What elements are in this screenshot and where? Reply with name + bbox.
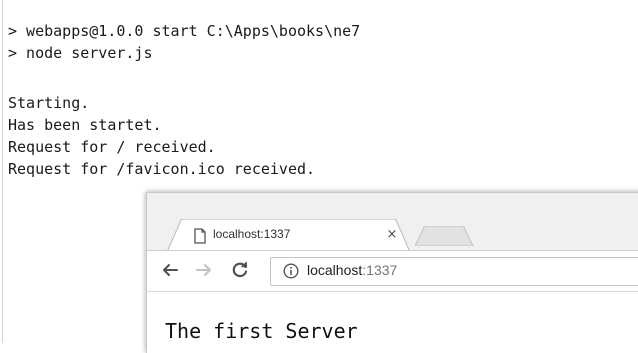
console-line: Request for / received. bbox=[8, 138, 216, 156]
browser-toolbar: localhost:1337 bbox=[147, 251, 638, 292]
console-line: > webapps@1.0.0 start C:\Apps\books\ne7 bbox=[8, 22, 361, 40]
close-icon[interactable]: × bbox=[385, 228, 399, 242]
arrow-right-icon[interactable] bbox=[195, 261, 213, 279]
address-bar[interactable]: localhost:1337 bbox=[270, 257, 638, 286]
tab-localhost[interactable]: localhost:1337 × bbox=[167, 219, 412, 252]
new-tab-button[interactable] bbox=[415, 226, 475, 246]
console-left-border bbox=[2, 0, 3, 343]
console-line: Has been startet. bbox=[8, 116, 162, 134]
console-line: Starting. bbox=[8, 94, 90, 112]
page-icon bbox=[193, 228, 207, 244]
tab-title: localhost:1337 bbox=[213, 227, 291, 241]
console-line: Request for /favicon.ico received. bbox=[8, 160, 316, 178]
reload-icon[interactable] bbox=[231, 261, 249, 279]
tab-strip: localhost:1337 × bbox=[147, 193, 638, 252]
console-line: > node server.js bbox=[8, 44, 153, 62]
url-text: localhost:1337 bbox=[307, 262, 397, 278]
page-body-text: The first Server bbox=[165, 319, 358, 343]
url-host: localhost bbox=[307, 262, 363, 278]
browser-window: localhost:1337 × localhost:1337 The firs… bbox=[146, 192, 638, 353]
url-port: :1337 bbox=[362, 262, 398, 278]
arrow-left-icon[interactable] bbox=[161, 261, 179, 279]
info-icon[interactable] bbox=[283, 263, 299, 279]
